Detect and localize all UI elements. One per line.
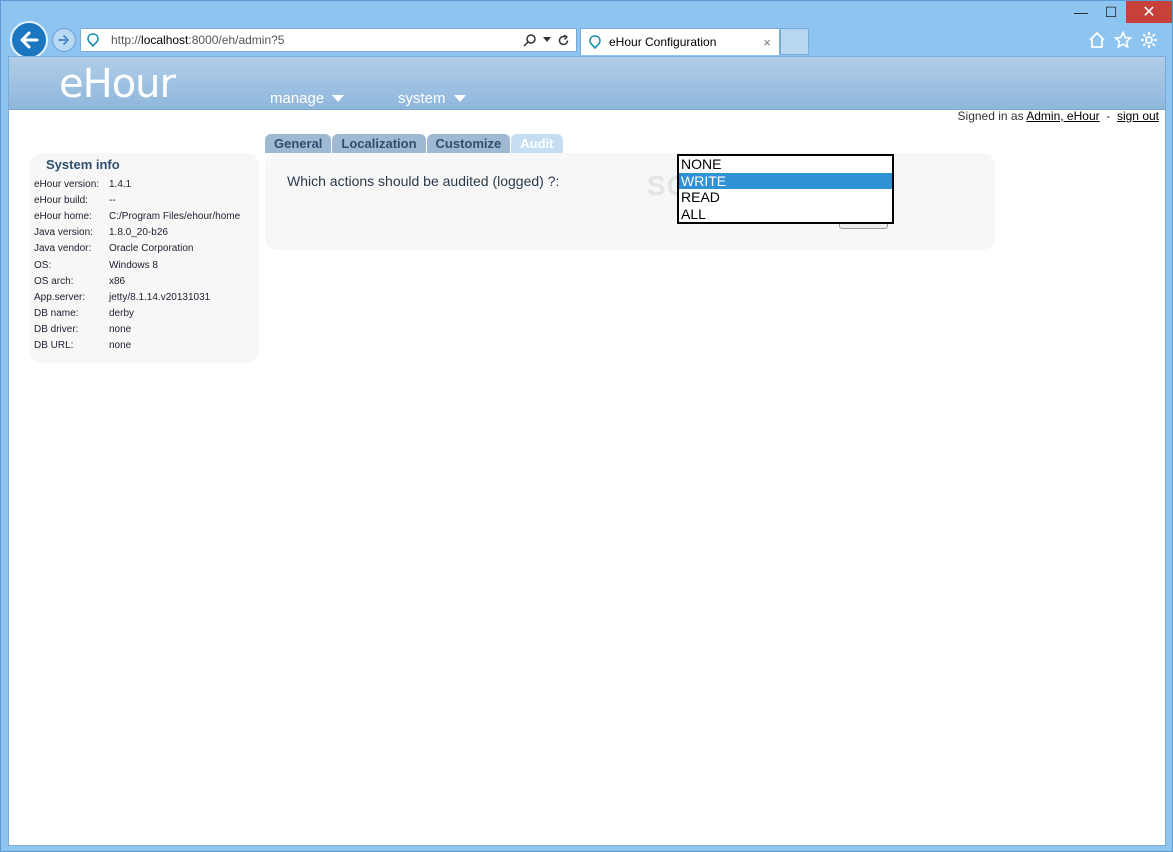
audit-question: Which actions should be audited (logged)…	[287, 173, 560, 189]
minimize-button[interactable]: —	[1066, 1, 1096, 23]
home-icon[interactable]	[1088, 31, 1106, 49]
menu-manage-label: manage	[270, 90, 325, 107]
tab-customize[interactable]: Customize	[426, 134, 511, 153]
browser-window: — ☐ ✕ http://localhost:8000/eh/admin?5 e…	[0, 0, 1173, 852]
favorites-star-icon[interactable]	[1114, 31, 1132, 49]
forward-arrow-icon	[58, 35, 69, 45]
info-value: 1.4.1	[109, 178, 132, 190]
table-row: DB URL: none	[34, 338, 240, 354]
new-tab-button[interactable]	[780, 28, 809, 55]
info-value: x86	[109, 275, 126, 287]
info-key: eHour home:	[34, 210, 92, 222]
audit-type-dropdown-list[interactable]: NONE WRITE READ ALL	[677, 154, 894, 224]
info-key: OS arch:	[34, 275, 74, 287]
table-row: OS: Windows 8	[34, 257, 240, 273]
tab-general[interactable]: General	[265, 134, 332, 153]
table-row: DB name: derby	[34, 306, 240, 322]
forward-button[interactable]	[52, 28, 76, 52]
menu-system-label: system	[398, 90, 446, 107]
info-value: derby	[109, 308, 135, 320]
window-controls: — ☐ ✕	[1066, 1, 1172, 25]
option-none[interactable]: NONE	[679, 156, 892, 173]
option-read[interactable]: READ	[679, 189, 892, 206]
table-row: App.server: jetty/8.1.14.v20131031	[34, 289, 240, 305]
tab-localization[interactable]: Localization	[332, 134, 426, 153]
system-info-title: System info	[46, 157, 120, 172]
tab-title: eHour Configuration	[609, 35, 717, 49]
maximize-button[interactable]: ☐	[1096, 1, 1126, 23]
info-key: Java vendor:	[34, 243, 92, 255]
menu-manage[interactable]: manage	[270, 90, 345, 107]
info-value: none	[109, 340, 132, 352]
chevron-down-icon	[332, 95, 345, 102]
back-arrow-icon	[20, 31, 39, 49]
info-key: eHour build:	[34, 194, 88, 206]
info-key: OS:	[34, 259, 52, 271]
info-value: none	[109, 324, 132, 336]
table-row: Java version: 1.8.0_20-b26	[34, 225, 240, 241]
table-row: eHour build: --	[34, 192, 240, 208]
browser-toolbar	[1088, 31, 1158, 49]
info-key: DB driver:	[34, 324, 79, 336]
info-value: Oracle Corporation	[109, 243, 194, 255]
tab-favicon-icon	[589, 35, 605, 49]
info-key: DB URL:	[34, 340, 74, 352]
gear-icon[interactable]	[1140, 31, 1158, 49]
close-tab-icon[interactable]: ×	[763, 35, 771, 50]
separator: -	[1106, 109, 1111, 123]
page-content: eHour manage system Signed in as Admin, …	[8, 56, 1166, 846]
system-info-table: eHour version: 1.4.1 eHour build: -- eHour…	[34, 176, 240, 354]
info-value: C:/Program Files/ehour/home	[109, 210, 241, 222]
option-all[interactable]: ALL	[679, 206, 892, 223]
system-info-panel: System info eHour version: 1.4.1 eHour bu…	[30, 153, 259, 363]
close-window-button[interactable]: ✕	[1126, 1, 1172, 23]
back-button[interactable]	[10, 21, 48, 59]
user-link[interactable]: Admin, eHour	[1026, 109, 1099, 123]
address-url[interactable]: http://localhost:8000/eh/admin?5	[111, 33, 523, 47]
signed-in-info: Signed in as Admin, eHour - sign out	[958, 109, 1159, 123]
info-value: 1.8.0_20-b26	[109, 227, 168, 239]
info-key: eHour version:	[34, 178, 100, 190]
chevron-down-icon	[453, 95, 466, 102]
info-key: Java version:	[34, 227, 93, 239]
ehour-logo[interactable]: eHour	[59, 61, 176, 107]
table-row: Java vendor: Oracle Corporation	[34, 241, 240, 257]
table-row: eHour version: 1.4.1	[34, 176, 240, 192]
info-key: App.server:	[34, 291, 86, 303]
app-header: eHour manage system	[9, 57, 1165, 110]
menu-system[interactable]: system	[398, 90, 466, 107]
option-write[interactable]: WRITE	[679, 172, 892, 189]
info-value: Windows 8	[109, 259, 158, 271]
address-bar[interactable]: http://localhost:8000/eh/admin?5	[80, 28, 577, 52]
table-row: OS arch: x86	[34, 273, 240, 289]
refresh-icon[interactable]	[557, 33, 570, 47]
sign-out-link[interactable]: sign out	[1117, 109, 1159, 123]
info-value: jetty/8.1.14.v20131031	[109, 291, 211, 303]
info-value: --	[109, 194, 116, 206]
chevron-down-icon[interactable]	[543, 37, 551, 43]
table-row: eHour home: C:/Program Files/ehour/home	[34, 208, 240, 224]
info-key: DB name:	[34, 308, 79, 320]
browser-tab[interactable]: eHour Configuration ×	[580, 28, 780, 55]
table-row: DB driver: none	[34, 322, 240, 338]
config-tabs: General Localization Customize Audit	[265, 134, 564, 153]
site-favicon-icon	[87, 33, 105, 47]
signed-in-prefix: Signed in as	[957, 109, 1024, 123]
search-icon[interactable]	[523, 33, 537, 47]
tab-audit[interactable]: Audit	[511, 134, 563, 153]
